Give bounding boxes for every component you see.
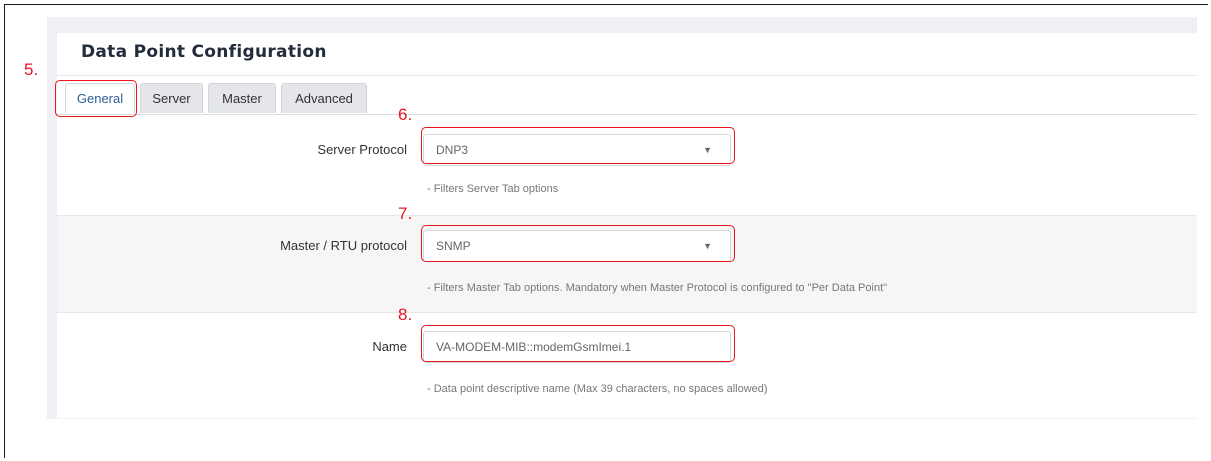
chevron-down-icon: ▼ — [703, 241, 712, 251]
title-divider — [57, 75, 1197, 76]
master-protocol-value: SNMP — [436, 239, 471, 253]
tab-server[interactable]: Server — [140, 83, 203, 113]
server-protocol-select[interactable]: DNP3 ▼ — [423, 134, 731, 166]
master-protocol-label: Master / RTU protocol — [280, 238, 407, 253]
tab-general[interactable]: General — [65, 83, 135, 113]
annotation-step-8: 8. — [398, 305, 413, 324]
page-title: Data Point Configuration — [81, 42, 327, 62]
master-protocol-select[interactable]: SNMP ▼ — [423, 230, 731, 262]
tab-advanced[interactable]: Advanced — [281, 83, 367, 113]
master-protocol-row: Master / RTU protocol SNMP ▼ - Filters M… — [57, 216, 1197, 312]
server-protocol-value: DNP3 — [436, 143, 469, 157]
name-value: VA-MODEM-MIB::modemGsmImei.1 — [436, 340, 632, 354]
annotation-step-6: 6. — [398, 105, 413, 124]
chevron-down-icon: ▼ — [703, 145, 712, 155]
data-point-configuration-card: Data Point Configuration General Server … — [57, 33, 1197, 418]
name-input[interactable]: VA-MODEM-MIB::modemGsmImei.1 — [423, 331, 731, 363]
name-hint: - Data point descriptive name (Max 39 ch… — [427, 383, 768, 395]
annotation-step-5: 5. — [24, 60, 39, 79]
name-label: Name — [372, 339, 407, 354]
name-row: Name VA-MODEM-MIB::modemGsmImei.1 - Data… — [57, 313, 1197, 418]
annotation-step-7: 7. — [398, 204, 413, 223]
server-protocol-hint: - Filters Server Tab options — [427, 183, 559, 195]
master-protocol-hint: - Filters Master Tab options. Mandatory … — [427, 282, 888, 294]
server-protocol-row: Server Protocol DNP3 ▼ - Filters Server … — [57, 115, 1197, 215]
server-protocol-label: Server Protocol — [317, 142, 407, 157]
tab-master[interactable]: Master — [208, 83, 276, 113]
